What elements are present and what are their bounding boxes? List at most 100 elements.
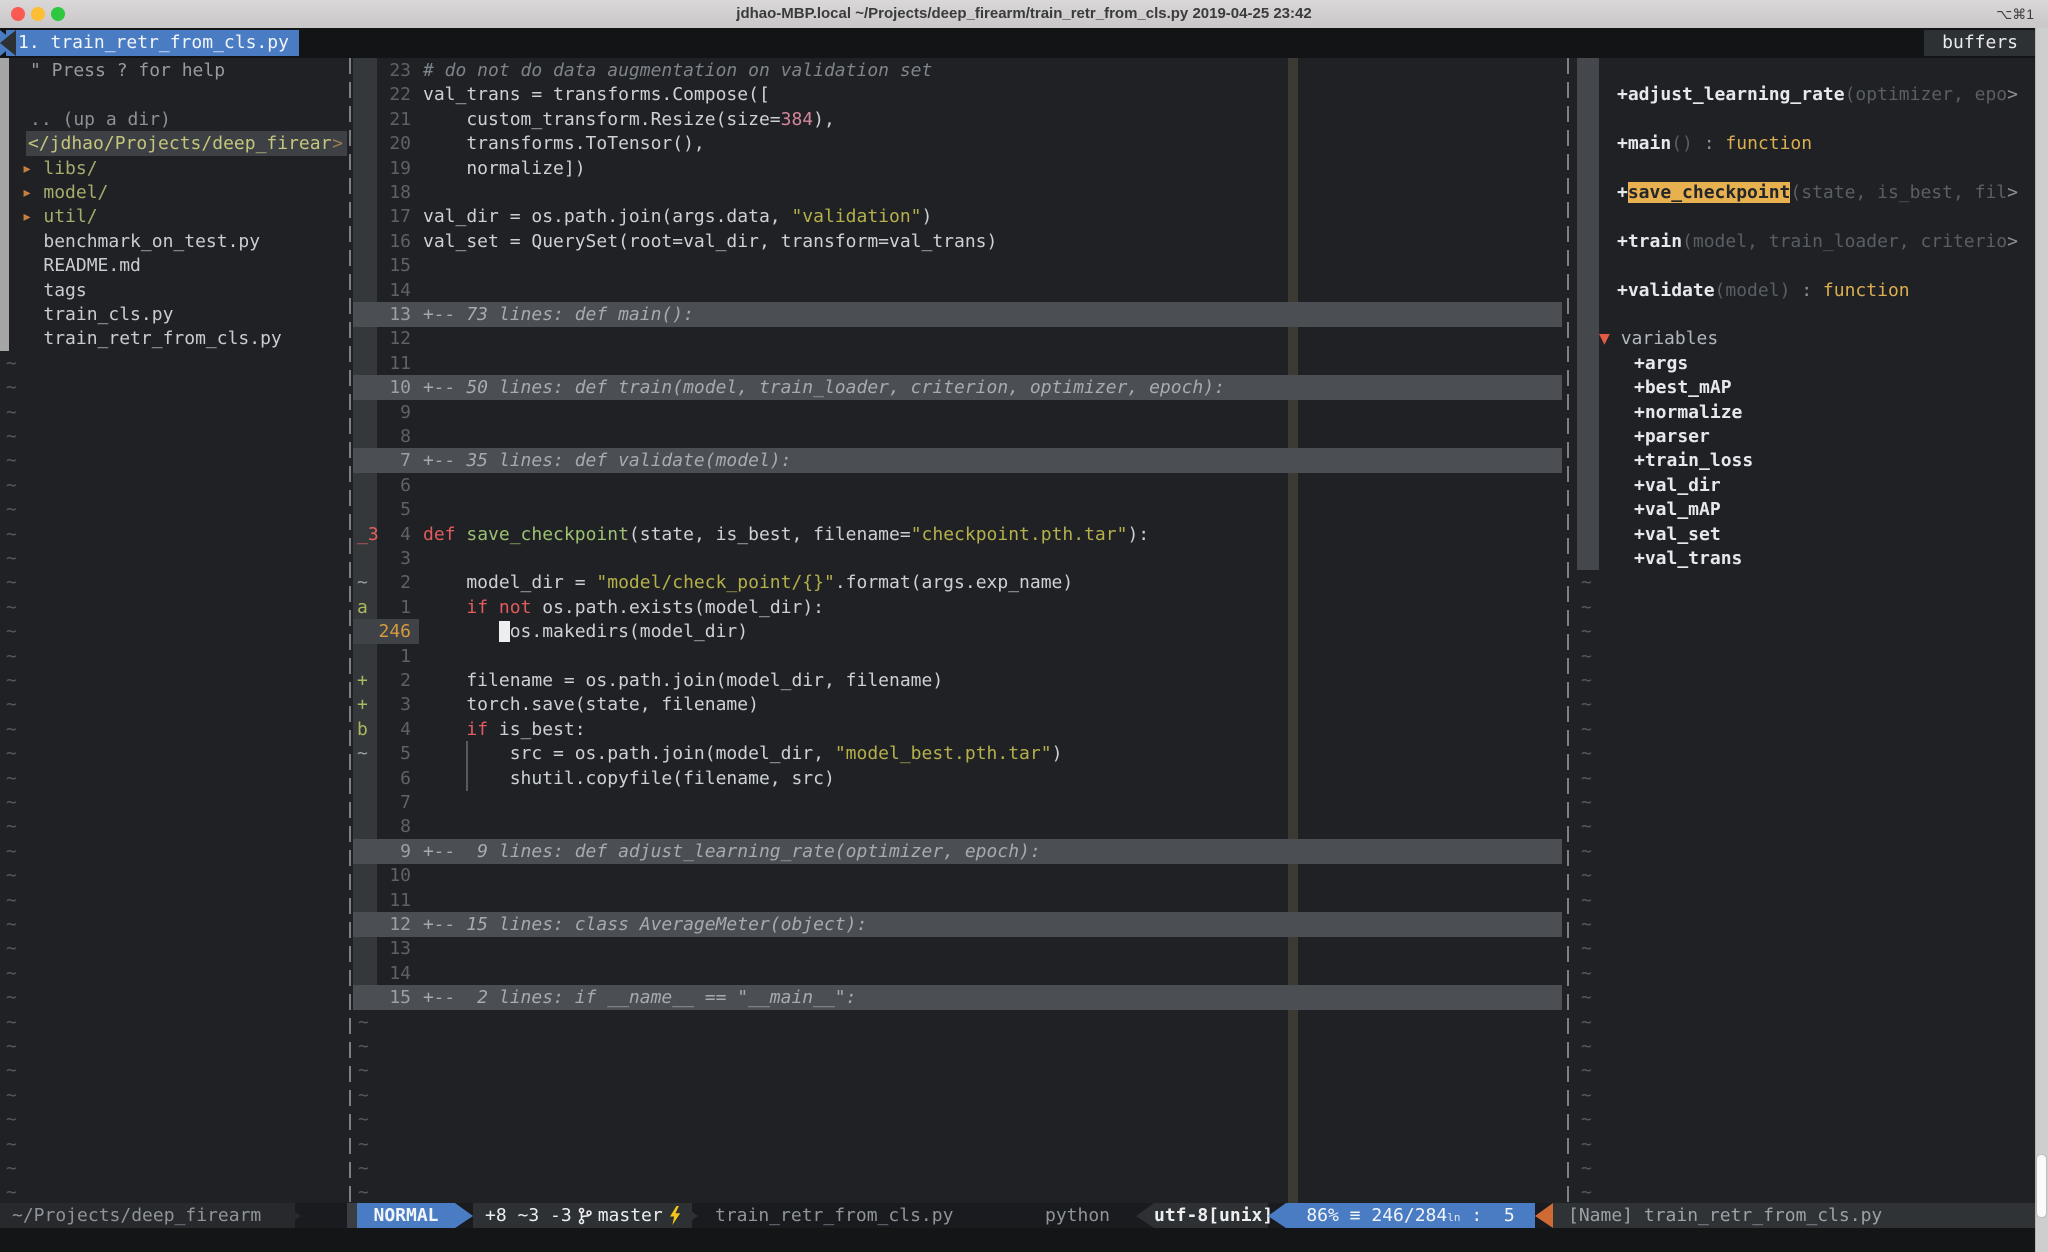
powerline-arrow-icon <box>455 1203 473 1228</box>
truncation-arrow-icon: > <box>332 131 343 156</box>
code-line[interactable]: 14 <box>353 961 1567 986</box>
nerdtree-item-model[interactable]: ▸ model/ <box>0 180 349 205</box>
powerline-arrow-orange-icon <box>1535 1203 1553 1228</box>
code-line[interactable]: 11 <box>353 888 1567 913</box>
empty-line-marker: ~ <box>353 1010 1567 1035</box>
window-separator-right[interactable] <box>1567 58 1569 1203</box>
filetype-indicator: python <box>1045 1203 1110 1228</box>
code-line[interactable]: 4b if is_best: <box>353 717 1567 742</box>
line-number-icon: ln <box>1447 1208 1460 1228</box>
code-line[interactable]: 1a if not os.path.exists(model_dir): <box>353 595 1567 620</box>
code-line[interactable]: 13 <box>353 936 1567 961</box>
tagbar-var-parser[interactable]: +parser <box>1634 424 2048 449</box>
code-line[interactable]: 21 custom_transform.Resize(size=384), <box>353 107 1567 132</box>
tagbar-var-normalize[interactable]: +normalize <box>1634 400 2048 425</box>
tagbar-var-val_set[interactable]: +val_set <box>1634 522 2048 547</box>
code-line[interactable]: 4_3def save_checkpoint(state, is_best, f… <box>353 522 1567 547</box>
tagbar-tag-train[interactable]: +train(model, train_loader, criterio> <box>1617 229 2048 254</box>
empty-line-marker: ~ <box>353 1132 1567 1157</box>
tagbar-tag-main[interactable]: +main() : function <box>1617 131 2048 156</box>
window-separator-left[interactable] <box>349 58 351 1203</box>
tagbar-section-variables[interactable]: ▼ variables <box>1599 326 2048 351</box>
fold-line[interactable]: 7+-- 35 lines: def validate(model): <box>353 448 1567 473</box>
line-number: 17 <box>353 204 411 229</box>
tagbar-var-args[interactable]: +args <box>1634 351 2048 376</box>
code-line[interactable]: 2~ model_dir = "model/check_point/{}".fo… <box>353 570 1567 595</box>
git-status-segment: +8 ~3 -3 master <box>473 1203 692 1228</box>
empty-line-marker: ~ <box>0 1058 349 1083</box>
fold-line[interactable]: 15+-- 2 lines: if __name__ == "__main__"… <box>353 985 1567 1010</box>
nerdtree-up-dir[interactable]: .. (up a dir) <box>0 107 349 132</box>
code-line[interactable]: 3+ torch.save(state, filename) <box>353 692 1567 717</box>
code-line[interactable]: 7 <box>353 790 1567 815</box>
code-line[interactable]: 8 <box>353 424 1567 449</box>
code-line[interactable]: 2+ filename = os.path.join(model_dir, fi… <box>353 668 1567 693</box>
empty-line-marker: ~ <box>1577 1058 2048 1083</box>
code-line[interactable]: 11 <box>353 351 1567 376</box>
fold-line[interactable]: 9+-- 9 lines: def adjust_learning_rate(o… <box>353 839 1567 864</box>
empty-line-marker: ~ <box>1577 1083 2048 1108</box>
tagbar-var-val_dir[interactable]: +val_dir <box>1634 473 2048 498</box>
empty-line-marker: ~ <box>0 619 349 644</box>
tagbar-var-val_trans[interactable]: +val_trans <box>1634 546 2048 571</box>
vim-tabline: 1. train_retr_from_cls.py buffers <box>0 28 2048 58</box>
column-number: 5 <box>1504 1203 1515 1228</box>
code-line[interactable]: 17val_dir = os.path.join(args.data, "val… <box>353 204 1567 229</box>
tagbar-var-train_loss[interactable]: +train_loss <box>1634 448 2048 473</box>
buffers-label[interactable]: buffers <box>1924 30 2048 56</box>
line-number: 20 <box>353 131 411 156</box>
code-line[interactable]: 12 <box>353 326 1567 351</box>
line-number: 7 <box>353 790 411 815</box>
code-line[interactable]: 14 <box>353 278 1567 303</box>
nerdtree-item-README-md[interactable]: README.md <box>0 253 349 278</box>
fold-line[interactable]: 10+-- 50 lines: def train(model, train_l… <box>353 375 1567 400</box>
nerdtree-item-train-cls-py[interactable]: train_cls.py <box>0 302 349 327</box>
code-line[interactable]: 19 normalize]) <box>353 156 1567 181</box>
nerdtree-item-tags[interactable]: tags <box>0 278 349 303</box>
code-line[interactable]: 18 <box>353 180 1567 205</box>
code-line[interactable]: 5 <box>353 497 1567 522</box>
code-line[interactable]: 22val_trans = transforms.Compose([ <box>353 82 1567 107</box>
code-line[interactable]: 15 <box>353 253 1567 278</box>
terminal-scrollbar-thumb[interactable] <box>2036 1154 2047 1218</box>
nerdtree-root[interactable]: </jdhao/Projects/deep_firear> <box>0 131 349 156</box>
line-number: 5 <box>353 497 411 522</box>
terminal-scrollbar-track[interactable] <box>2035 28 2048 1252</box>
line-number: 14 <box>353 961 411 986</box>
nerdtree-item-libs[interactable]: ▸ libs/ <box>0 156 349 181</box>
nerdtree-item-benchmark-on-test-py[interactable]: benchmark_on_test.py <box>0 229 349 254</box>
highlighted-tag: save_checkpoint <box>1628 182 1791 203</box>
code-line[interactable]: 6 <box>353 473 1567 498</box>
tagbar-tag-save_checkpoint[interactable]: +save_checkpoint(state, is_best, fil> <box>1617 180 2048 205</box>
tab-train-retr-from-cls[interactable]: 1. train_retr_from_cls.py <box>6 30 299 56</box>
empty-line-marker: ~ <box>0 961 349 986</box>
code-line[interactable]: 20 transforms.ToTensor(), <box>353 131 1567 156</box>
line-number: 13 <box>353 936 411 961</box>
code-line[interactable]: 6 shutil.copyfile(filename, src) <box>353 766 1567 791</box>
tagbar-tag-validate[interactable]: +validate(model) : function <box>1617 278 2048 303</box>
code-line[interactable]: 16val_set = QuerySet(root=val_dir, trans… <box>353 229 1567 254</box>
code-line[interactable]: 9 <box>353 400 1567 425</box>
code-line[interactable]: 5~ src = os.path.join(model_dir, "model_… <box>353 741 1567 766</box>
code-line[interactable]: 10 <box>353 863 1567 888</box>
tagbar-tag-adjust_learning_rate[interactable]: +adjust_learning_rate(optimizer, epo> <box>1617 82 2048 107</box>
tagbar-var-best_mAP[interactable]: +best_mAP <box>1634 375 2048 400</box>
tagbar-var-val_mAP[interactable]: +val_mAP <box>1634 497 2048 522</box>
line-number: 14 <box>353 278 411 303</box>
fold-line[interactable]: 13+-- 73 lines: def main(): <box>353 302 1567 327</box>
code-line[interactable]: 246 os.makedirs(model_dir) <box>353 619 1567 644</box>
code-line[interactable]: 8 <box>353 814 1567 839</box>
empty-line-marker: ~ <box>0 814 349 839</box>
nerdtree-item-train-retr-from-cls-py[interactable]: train_retr_from_cls.py <box>0 326 349 351</box>
fold-line[interactable]: 12+-- 15 lines: class AverageMeter(objec… <box>353 912 1567 937</box>
code-line[interactable]: 23# do not do data augmentation on valid… <box>353 58 1567 83</box>
empty-line-marker: ~ <box>1577 814 2048 839</box>
command-line[interactable] <box>0 1228 2048 1252</box>
nerdtree-item-util[interactable]: ▸ util/ <box>0 204 349 229</box>
empty-line-marker: ~ <box>0 717 349 742</box>
code-line[interactable]: 1 <box>353 644 1567 669</box>
powerline-arrow-icon <box>283 1203 301 1228</box>
list-icon: ≡ <box>1350 1203 1361 1228</box>
empty-line-marker: ~ <box>0 522 349 547</box>
code-line[interactable]: 3 <box>353 546 1567 571</box>
